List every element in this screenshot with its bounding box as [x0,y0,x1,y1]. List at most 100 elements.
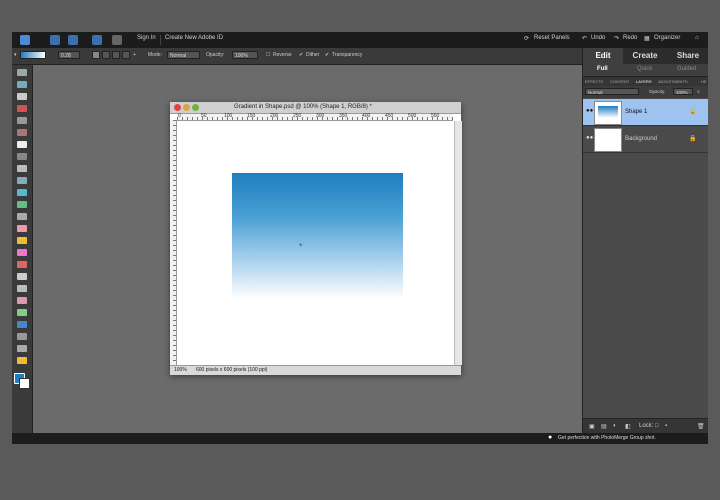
type-tool-icon[interactable] [17,165,27,172]
undo-icon[interactable]: ↶ [582,35,587,42]
spot-healing-tool-icon[interactable] [17,237,27,244]
trash-icon[interactable]: 🗑 [697,423,705,430]
pencil-tool-icon[interactable] [17,357,27,364]
document-title: Gradient in Shape.psd @ 100% (Shape 1, R… [234,104,372,110]
dither-checkbox[interactable]: ✔ [299,52,303,58]
layer-row-background[interactable]: ●● Background 🔒 [583,126,708,153]
gradient-shape[interactable] [232,173,403,299]
gradient-type-linear-icon[interactable] [92,51,100,59]
gradient-type-radial-icon[interactable] [102,51,110,59]
reset-panels-button[interactable]: Reset Panels [534,35,570,41]
crop-tool-icon[interactable] [17,177,27,184]
app-icon[interactable] [20,35,30,45]
redo-button[interactable]: Redo [623,35,637,41]
top-menu-bar: Sign In Create New Adobe ID ⟳ Reset Pane… [12,32,708,48]
sponge-tool-icon[interactable] [17,345,27,352]
adjustment-layer-icon[interactable]: ◐ [613,423,617,429]
layers-panel-footer: ▣ ▤ ◐ ◧ Lock: □ ▪ 🗑 [583,418,708,434]
tab-content[interactable]: CONTENT [610,79,629,84]
tab-edit[interactable]: Edit [583,48,623,64]
tab-create[interactable]: Create [623,48,667,64]
tool-preset-chevron-icon[interactable]: ▾ [14,52,17,58]
layer-name[interactable]: Shape 1 [625,109,647,115]
paint-bucket-tool-icon[interactable] [17,297,27,304]
document-window: Gradient in Shape.psd @ 100% (Shape 1, R… [170,102,462,375]
screen-mode-icon[interactable] [112,35,122,45]
recompose-tool-icon[interactable] [17,189,27,196]
lock-transparency-icon[interactable]: □ [655,423,659,429]
sign-in-link[interactable]: Sign In [137,35,156,41]
zoom-level[interactable]: 100% [174,367,187,373]
background-color-swatch[interactable] [19,378,30,389]
help-icon[interactable] [92,35,102,45]
gradient-type-reflected-icon[interactable] [122,51,130,59]
vertical-scrollbar[interactable] [454,121,462,365]
zoom-icon[interactable] [192,104,199,111]
blur-tool-icon[interactable] [17,333,27,340]
canvas[interactable]: + [177,121,453,365]
cookie-cutter-tool-icon[interactable] [17,201,27,208]
size-field[interactable]: 0.28 [58,51,80,59]
layer-row-shape-1[interactable]: ●● Shape 1 🔒 [583,99,708,126]
hand-tool-icon[interactable] [17,93,27,100]
layer-opacity-field[interactable]: 100% [673,88,693,95]
panel-menu-icon[interactable]: ≡ [697,89,700,94]
tab-quick[interactable]: Quick [637,66,652,72]
lock-all-icon[interactable]: ▪ [665,423,667,429]
tip-message[interactable]: Get perfection with PhotoMerge Group sho… [558,435,656,441]
new-layer-icon[interactable]: ▣ [589,423,595,430]
new-group-icon[interactable]: ▤ [601,423,607,430]
magic-wand-tool-icon[interactable] [17,141,27,148]
gradient-tool-icon[interactable] [17,309,27,316]
redo-icon[interactable]: ↷ [614,35,619,42]
layer-name[interactable]: Background [625,136,657,142]
tab-guided[interactable]: Guided [677,66,696,72]
undo-button[interactable]: Undo [591,35,605,41]
move-tool-icon[interactable] [17,69,27,76]
transparency-checkbox[interactable]: ✔ [325,52,329,58]
lasso-tool-icon[interactable] [17,129,27,136]
home-icon[interactable]: ⌂ [695,35,699,41]
visibility-eye-icon[interactable]: ●● [586,108,593,114]
layer-options: Normal Opacity: 100% ≡ [583,86,708,98]
create-adobe-id-link[interactable]: Create New Adobe ID [165,35,223,41]
organizer-button[interactable]: Organizer [654,35,680,41]
opacity-field[interactable]: 100% [232,51,258,59]
eyedropper-tool-icon[interactable] [17,105,27,112]
brush-tool-icon[interactable] [17,273,27,280]
ruler-mark: 450 [385,113,394,119]
tab-adjustments[interactable]: ADJUSTMENTS [658,79,688,84]
tab-layers[interactable]: LAYERS [636,79,652,84]
document-info: 600 pixels x 600 pixels (100 ppi) [196,367,268,373]
crosshair-cursor-icon: + [299,243,303,249]
mask-icon[interactable]: ◧ [625,423,631,430]
zoom-tool-icon[interactable] [17,81,27,88]
mode-select[interactable]: Normal [167,51,200,59]
work-area: Gradient in Shape.psd @ 100% (Shape 1, R… [33,65,582,433]
straighten-tool-icon[interactable] [17,213,27,220]
close-icon[interactable] [174,104,181,111]
quick-selection-tool-icon[interactable] [17,153,27,160]
reset-panels-icon[interactable]: ⟳ [524,35,529,42]
shape-tool-icon[interactable] [17,321,27,328]
smart-brush-tool-icon[interactable] [17,285,27,292]
tip-lightbulb-icon: ● [548,434,553,441]
organizer-launch-icon[interactable] [50,35,60,45]
red-eye-tool-icon[interactable] [17,225,27,232]
visibility-eye-icon[interactable]: ●● [586,135,593,141]
tab-full[interactable]: Full [597,66,608,72]
gradient-type-angle-icon[interactable] [112,51,120,59]
tab-effects[interactable]: EFFECTS [585,79,603,84]
tab-share[interactable]: Share [667,48,708,64]
organizer-icon[interactable]: ▦ [644,35,650,42]
tab-overflow[interactable]: HE [701,79,707,84]
clone-stamp-tool-icon[interactable] [17,249,27,256]
marquee-tool-icon[interactable] [17,117,27,124]
reverse-checkbox[interactable]: ☐ [266,52,270,58]
minimize-icon[interactable] [183,104,190,111]
blend-mode-select[interactable]: Normal [585,88,639,95]
gradient-picker[interactable] [20,51,46,59]
add-icon[interactable]: + [133,52,136,58]
eraser-tool-icon[interactable] [17,261,27,268]
save-icon[interactable] [68,35,78,45]
